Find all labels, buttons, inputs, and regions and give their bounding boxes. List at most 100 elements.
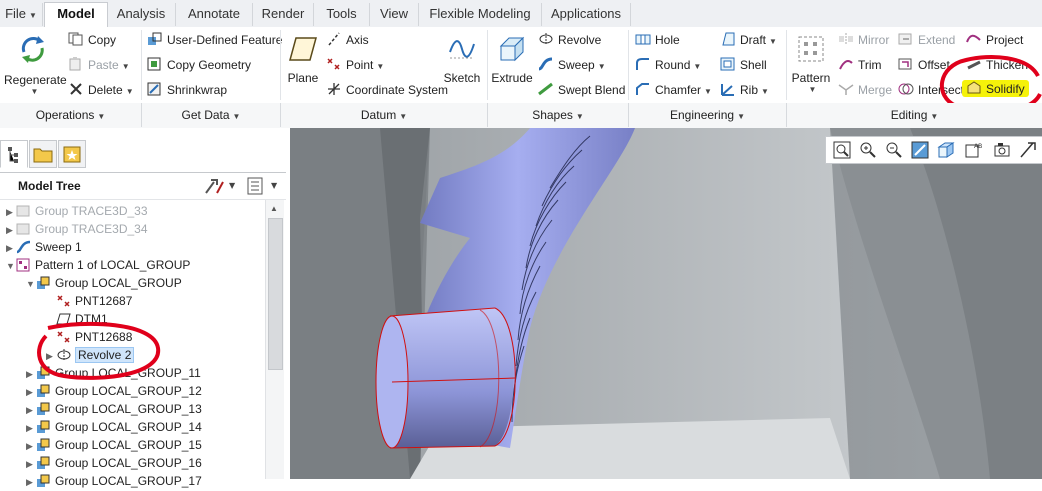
copy-label: Copy	[88, 33, 117, 47]
mirror-button[interactable]: Mirror	[838, 32, 889, 47]
regenerate-button[interactable]: Regenerate ▼	[4, 32, 67, 96]
sweep-button[interactable]: Sweep ▼	[538, 57, 606, 72]
collapse-icon[interactable]: ▼	[26, 275, 36, 293]
divider	[487, 30, 488, 100]
shell-button[interactable]: Shell	[720, 57, 767, 72]
draft-label: Draft	[740, 33, 767, 47]
expand-icon[interactable]: ▶	[26, 473, 36, 491]
revolve-button[interactable]: Revolve	[538, 32, 601, 47]
favorites-tab[interactable]	[58, 140, 86, 168]
hole-button[interactable]: Hole	[635, 32, 680, 47]
paste-icon	[69, 57, 81, 71]
graphics-viewport[interactable]	[290, 128, 1042, 479]
operations-group-button[interactable]: Operations ▼	[0, 103, 142, 127]
tab-tools[interactable]: Tools	[314, 3, 370, 26]
tab-applications[interactable]: Applications	[542, 3, 631, 26]
expand-icon[interactable]: ▶	[6, 221, 16, 239]
tab-analysis[interactable]: Analysis	[107, 3, 176, 26]
datum-display-filters-icon[interactable]	[1018, 140, 1038, 160]
pattern-button[interactable]: Pattern ▼	[790, 34, 832, 94]
tree-row[interactable]: ▼ Group LOCAL_GROUP	[26, 274, 182, 292]
axis-button[interactable]: Axis	[326, 32, 369, 47]
tree-scrollbar[interactable]: ▲	[265, 200, 284, 479]
expand-icon[interactable]: ▶	[6, 203, 16, 221]
swept-blend-button[interactable]: Swept Blend	[538, 82, 625, 97]
tree-row[interactable]: ▶ Group LOCAL_GROUP_17	[26, 472, 202, 490]
collapse-icon[interactable]: ▼	[6, 257, 16, 275]
chamfer-icon	[636, 83, 649, 95]
shrinkwrap-button[interactable]: Shrinkwrap	[147, 82, 227, 97]
saved-orientations-icon[interactable]: AB	[964, 140, 984, 160]
expand-icon[interactable]: ▶	[26, 455, 36, 473]
repaint-icon[interactable]	[910, 140, 930, 160]
chamfer-button[interactable]: Chamfer ▼	[635, 82, 712, 97]
trim-button[interactable]: Trim	[838, 57, 882, 72]
user-defined-feature-button[interactable]: User-Defined Feature	[147, 32, 282, 47]
coordinate-system-button[interactable]: Coordinate System	[326, 82, 448, 97]
tree-row[interactable]: ▶ Sweep 1	[6, 238, 82, 256]
group-icon	[37, 276, 50, 289]
tree-row[interactable]: ▶ Group LOCAL_GROUP_15	[26, 436, 202, 454]
expand-icon[interactable]: ▶	[6, 239, 16, 257]
engineering-group-button[interactable]: Engineering ▼	[629, 103, 787, 127]
tree-row-label: Sweep 1	[35, 240, 82, 254]
favorites-icon	[63, 146, 81, 163]
tree-row-label: Group LOCAL_GROUP_17	[55, 474, 202, 488]
editing-group-button[interactable]: Editing ▼	[787, 103, 1042, 127]
project-button[interactable]: Project	[966, 32, 1023, 47]
merge-button[interactable]: Merge	[838, 82, 892, 97]
datum-point-icon	[57, 295, 70, 307]
tree-row-label: Group TRACE3D_33	[35, 204, 148, 218]
folder-browser-tab[interactable]	[29, 140, 57, 168]
extend-icon	[898, 33, 912, 45]
point-button[interactable]: Point ▼	[326, 57, 384, 72]
chevron-down-icon: ▼	[704, 87, 712, 96]
extend-button[interactable]: Extend	[898, 32, 955, 47]
copy-geometry-button[interactable]: Copy Geometry	[147, 57, 251, 72]
model-tree-tab[interactable]	[0, 140, 28, 168]
sketch-button[interactable]: Sketch	[442, 34, 482, 85]
zoom-in-icon[interactable]	[858, 140, 878, 160]
datum-group-label: Datum	[360, 108, 397, 122]
tree-row[interactable]: PNT12687	[46, 292, 132, 310]
tab-view[interactable]: View	[370, 3, 419, 26]
tab-flexible-modeling[interactable]: Flexible Modeling	[419, 3, 542, 26]
tab-file[interactable]: File ▼	[0, 3, 43, 26]
project-icon	[966, 34, 981, 43]
shapes-group-button[interactable]: Shapes ▼	[488, 103, 629, 127]
expand-icon[interactable]: ▶	[26, 401, 36, 419]
refit-icon[interactable]	[832, 140, 852, 160]
tree-row[interactable]: ▶ Group LOCAL_GROUP_16	[26, 454, 202, 472]
rib-button[interactable]: Rib ▼	[720, 82, 769, 97]
draft-button[interactable]: Draft ▼	[720, 32, 777, 47]
annotation-circle-revolve	[37, 321, 161, 380]
tree-row[interactable]: ▶ Group LOCAL_GROUP_13	[26, 400, 202, 418]
tab-annotate[interactable]: Annotate	[176, 3, 253, 26]
display-style-icon[interactable]	[936, 140, 956, 160]
scroll-up-icon[interactable]: ▲	[270, 204, 278, 213]
zoom-out-icon[interactable]	[884, 140, 904, 160]
paste-button[interactable]: Paste ▼	[68, 57, 130, 72]
copy-button[interactable]: Copy	[68, 32, 116, 47]
expand-icon[interactable]: ▶	[26, 437, 36, 455]
delete-button[interactable]: Delete ▼	[68, 82, 134, 97]
extrude-button[interactable]: Extrude	[490, 34, 534, 85]
tree-row[interactable]: ▶ Group TRACE3D_33	[6, 202, 148, 220]
expand-icon[interactable]: ▶	[26, 419, 36, 437]
svg-text:▼: ▼	[229, 181, 236, 190]
get-data-group-button[interactable]: Get Data ▼	[142, 103, 281, 127]
tree-row[interactable]: ▶ Group TRACE3D_34	[6, 220, 148, 238]
tree-settings-button[interactable]: ▼	[203, 176, 237, 205]
tab-model[interactable]: Model	[44, 2, 108, 29]
plane-button[interactable]: Plane	[284, 34, 322, 85]
tab-render[interactable]: Render	[253, 3, 314, 26]
datum-group-button[interactable]: Datum ▼	[281, 103, 488, 127]
mirror-icon	[839, 33, 853, 45]
round-button[interactable]: Round ▼	[635, 57, 701, 72]
tree-row[interactable]: ▶ Group LOCAL_GROUP_14	[26, 418, 202, 436]
view-manager-icon[interactable]	[992, 140, 1012, 160]
scrollbar-thumb[interactable]	[268, 218, 283, 370]
tree-row[interactable]: ▼ Pattern 1 of LOCAL_GROUP	[6, 256, 190, 274]
copy-icon	[68, 32, 83, 46]
shrinkwrap-label: Shrinkwrap	[167, 83, 228, 97]
